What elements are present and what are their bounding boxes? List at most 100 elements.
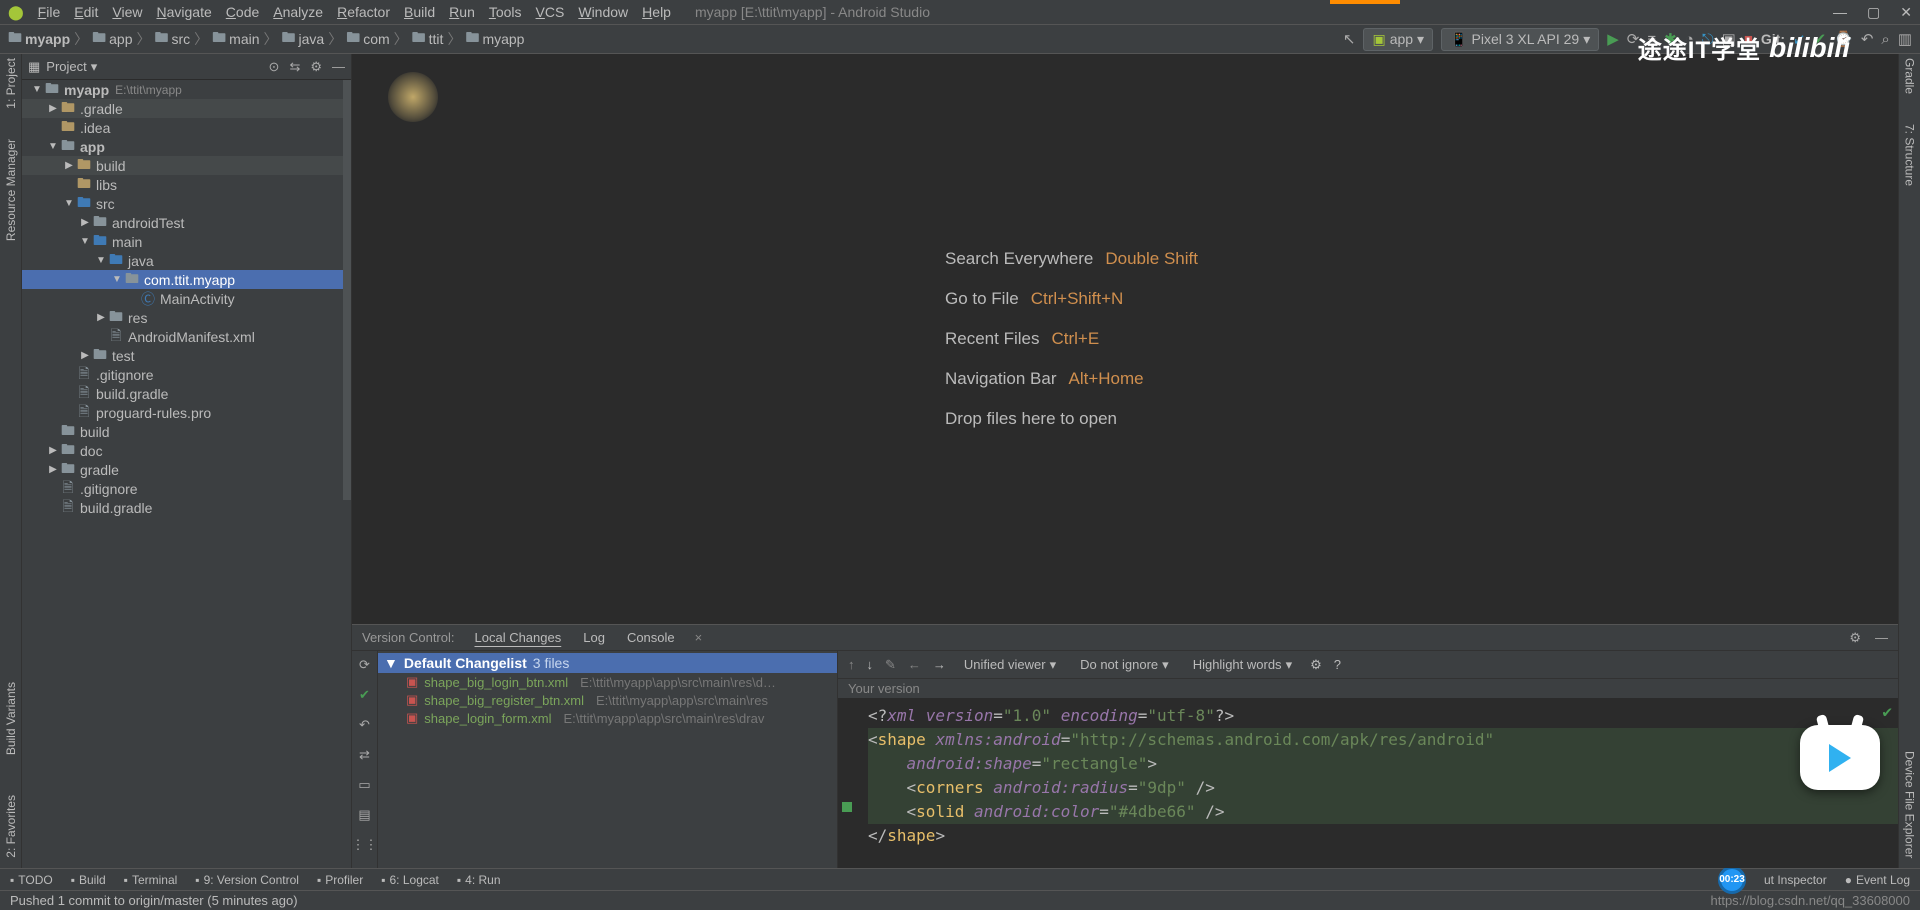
bottom-tool-6--logcat[interactable]: ▪ 6: Logcat <box>381 873 439 887</box>
expand-arrow[interactable]: ▶ <box>46 464 60 475</box>
diff-icon[interactable]: ⇄ <box>359 747 370 763</box>
hide-icon[interactable]: — <box>332 59 345 75</box>
changed-file[interactable]: ▣shape_login_form.xmlE:\ttit\myapp\app\s… <box>378 709 837 727</box>
minimize-icon[interactable]: — <box>1833 4 1847 21</box>
expand-arrow[interactable]: ▼ <box>78 236 92 247</box>
ignore-selector[interactable]: Do not ignore ▾ <box>1074 655 1175 675</box>
gear-icon[interactable]: ⚙ <box>310 59 322 75</box>
vc-tab-log[interactable]: Log <box>581 627 607 648</box>
expand-arrow[interactable]: ▶ <box>94 312 108 323</box>
locate-icon[interactable]: ⊙ <box>269 59 280 75</box>
bottom-tool-9--version-control[interactable]: ▪ 9: Version Control <box>195 873 299 887</box>
breadcrumb-myapp[interactable]: 🖿myapp <box>465 27 524 51</box>
search-icon[interactable]: ⌕ <box>1881 31 1889 48</box>
menu-help[interactable]: Help <box>642 4 671 20</box>
event-log-button[interactable]: ● Event Log <box>1845 873 1910 887</box>
expand-arrow[interactable]: ▼ <box>46 141 60 152</box>
edit-icon[interactable]: ✎ <box>885 657 896 673</box>
forward-icon[interactable]: → <box>933 657 946 672</box>
tool-favorites[interactable]: 2: Favorites <box>4 795 18 858</box>
tree-item-res[interactable]: ▶🖿res <box>22 308 351 327</box>
prev-diff-icon[interactable]: ↑ <box>848 657 855 672</box>
tree-item-test[interactable]: ▶🖿test <box>22 346 351 365</box>
run-config-selector[interactable]: ▣ app ▾ <box>1363 28 1433 51</box>
expand-arrow[interactable]: ▼ <box>110 274 124 285</box>
menu-code[interactable]: Code <box>226 4 259 20</box>
breadcrumb-ttit[interactable]: 🖿ttit <box>412 27 444 51</box>
changelist-header[interactable]: ▼ Default Changelist 3 files <box>378 653 837 673</box>
tree-item-AndroidManifest-xml[interactable]: 🗎AndroidManifest.xml <box>22 327 351 346</box>
vc-tab-console[interactable]: Console <box>625 627 677 648</box>
breadcrumb-java[interactable]: 🖿java <box>282 27 325 51</box>
highlight-selector[interactable]: Highlight words ▾ <box>1187 655 1298 675</box>
menu-window[interactable]: Window <box>578 4 628 20</box>
breadcrumb-com[interactable]: 🖿com <box>346 27 389 51</box>
bottom-tool-build[interactable]: ▪ Build <box>71 873 106 887</box>
scrollbar[interactable] <box>343 80 351 500</box>
tool-device-file-explorer[interactable]: Device File Explorer <box>1903 751 1917 858</box>
rollback-icon[interactable]: ↶ <box>359 717 370 733</box>
tree-item-main[interactable]: ▼🖿main <box>22 232 351 251</box>
tool-gradle[interactable]: Gradle <box>1903 58 1917 94</box>
expand-arrow[interactable]: ▶ <box>46 445 60 456</box>
group-icon[interactable]: ⋮⋮ <box>352 837 378 853</box>
tree-item--gitignore[interactable]: 🗎.gitignore <box>22 365 351 384</box>
tool-build-variants[interactable]: Build Variants <box>4 682 18 755</box>
menu-view[interactable]: View <box>112 4 142 20</box>
help-icon[interactable]: ? <box>1334 657 1341 672</box>
device-selector[interactable]: 📱 Pixel 3 XL API 29 ▾ <box>1441 28 1599 51</box>
next-diff-icon[interactable]: ↓ <box>867 657 874 672</box>
expand-arrow[interactable]: ▼ <box>94 255 108 266</box>
bottom-tool-todo[interactable]: ▪ TODO <box>10 873 53 887</box>
tree-item-build-gradle[interactable]: 🗎build.gradle <box>22 498 351 517</box>
viewer-selector[interactable]: Unified viewer ▾ <box>958 655 1062 675</box>
expand-arrow[interactable]: ▶ <box>78 350 92 361</box>
breadcrumb-app[interactable]: 🖿app <box>92 27 132 51</box>
menu-build[interactable]: Build <box>404 4 435 20</box>
tree-item-androidTest[interactable]: ▶🖿androidTest <box>22 213 351 232</box>
menu-navigate[interactable]: Navigate <box>157 4 212 20</box>
menu-run[interactable]: Run <box>449 4 475 20</box>
menu-analyze[interactable]: Analyze <box>273 4 323 20</box>
bottom-tool-4--run[interactable]: ▪ 4: Run <box>457 873 501 887</box>
sync-icon[interactable]: ↖ <box>1343 30 1356 48</box>
git-revert-icon[interactable]: ↶ <box>1861 30 1874 48</box>
tree-item-com-ttit-myapp[interactable]: ▼🖿com.ttit.myapp <box>22 270 351 289</box>
tree-item-build[interactable]: ▶🖿build <box>22 156 351 175</box>
breadcrumb-myapp[interactable]: 🖿myapp <box>8 27 70 51</box>
tool-structure[interactable]: 7: Structure <box>1903 124 1917 186</box>
menu-edit[interactable]: Edit <box>74 4 98 20</box>
refresh-icon[interactable]: ⟳ <box>359 657 370 673</box>
close-icon[interactable]: ✕ <box>1900 4 1912 21</box>
changelist-icon[interactable]: ▤ <box>358 807 370 823</box>
tree-item-app[interactable]: ▼🖿app <box>22 137 351 156</box>
expand-arrow[interactable]: ▼ <box>30 84 44 95</box>
project-tree[interactable]: ▼🖿myappE:\ttit\myapp▶🖿.gradle🖿.idea▼🖿app… <box>22 80 351 868</box>
tree-item-java[interactable]: ▼🖿java <box>22 251 351 270</box>
menu-file[interactable]: File <box>38 4 61 20</box>
maximize-icon[interactable]: ▢ <box>1867 4 1880 21</box>
changed-file[interactable]: ▣shape_big_register_btn.xmlE:\ttit\myapp… <box>378 691 837 709</box>
gear-icon[interactable]: ⚙ <box>1310 657 1322 673</box>
close-tab-icon[interactable]: × <box>695 630 703 645</box>
menu-tools[interactable]: Tools <box>489 4 522 20</box>
commit-icon[interactable]: ✔ <box>359 687 370 703</box>
layout-inspector-button[interactable]: ut Inspector <box>1764 873 1827 887</box>
structure-icon[interactable]: ▥ <box>1898 30 1912 48</box>
gear-icon[interactable]: ⚙ <box>1849 630 1861 646</box>
tree-item-src[interactable]: ▼🖿src <box>22 194 351 213</box>
expand-arrow[interactable]: ▶ <box>46 103 60 114</box>
breadcrumb-src[interactable]: 🖿src <box>154 27 190 51</box>
shelf-icon[interactable]: ▭ <box>358 777 370 793</box>
collapse-icon[interactable]: ⇆ <box>289 59 300 75</box>
breadcrumb-main[interactable]: 🖿main <box>212 27 259 51</box>
diff-code-view[interactable]: ✔ <?xml version="1.0" encoding="utf-8"?>… <box>838 698 1898 868</box>
video-play-button[interactable] <box>1800 725 1880 790</box>
back-icon[interactable]: ← <box>908 657 921 672</box>
project-view-selector[interactable]: Project ▾ <box>46 59 97 75</box>
menu-vcs[interactable]: VCS <box>536 4 565 20</box>
expand-arrow[interactable]: ▶ <box>78 217 92 228</box>
tool-project[interactable]: 1: Project <box>4 58 18 109</box>
tool-resource-manager[interactable]: Resource Manager <box>4 139 18 241</box>
vc-tab-local-changes[interactable]: Local Changes <box>473 627 564 648</box>
